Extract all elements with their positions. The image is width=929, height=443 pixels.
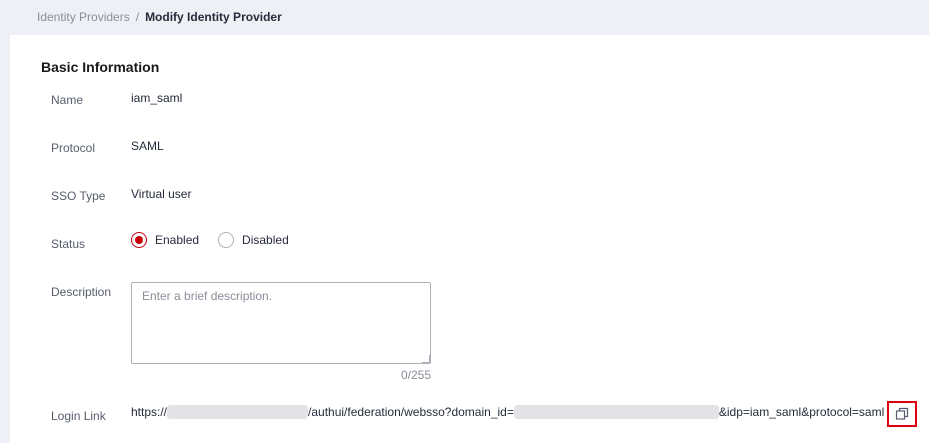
page-left-edge xyxy=(0,35,10,443)
description-label: Description xyxy=(51,285,112,299)
radio-checked-icon xyxy=(131,232,147,248)
status-disabled-label: Disabled xyxy=(242,233,289,247)
name-value: iam_saml xyxy=(131,91,183,105)
login-link-label: Login Link xyxy=(51,409,106,423)
login-link-value: https:// /authui/federation/websso?domai… xyxy=(131,405,884,419)
breadcrumb-separator: / xyxy=(135,9,140,24)
name-label: Name xyxy=(51,93,84,107)
section-title: Basic Information xyxy=(41,59,160,75)
redacted-domain-id xyxy=(513,405,719,419)
protocol-value: SAML xyxy=(131,139,164,153)
description-char-counter: 0/255 xyxy=(401,368,432,382)
resize-handle-icon[interactable] xyxy=(422,355,430,363)
status-disabled-radio[interactable]: Disabled xyxy=(218,232,289,248)
login-link-suffix: &idp=iam_saml&protocol=saml xyxy=(718,405,885,419)
copy-link-button[interactable] xyxy=(887,401,917,427)
radio-unchecked-icon xyxy=(218,232,235,248)
status-label: Status xyxy=(51,237,86,251)
sso-type-label: SSO Type xyxy=(51,189,106,203)
breadcrumb-current: Modify Identity Provider xyxy=(145,9,282,24)
login-link-middle: /authui/federation/websso?domain_id= xyxy=(308,405,514,419)
status-radio-group: Enabled Disabled xyxy=(131,232,308,248)
status-enabled-label: Enabled xyxy=(155,233,200,247)
form-card: Basic Information Name iam_saml Protocol… xyxy=(10,35,929,443)
protocol-label: Protocol xyxy=(51,141,96,155)
sso-type-value: Virtual user xyxy=(131,187,192,201)
breadcrumb-identity-providers[interactable]: Identity Providers xyxy=(37,10,130,24)
description-field[interactable] xyxy=(131,282,431,364)
copy-icon xyxy=(895,407,909,420)
breadcrumb: Identity Providers / Modify Identity Pro… xyxy=(0,0,929,33)
login-link-prefix: https:// xyxy=(131,405,168,419)
status-enabled-radio[interactable]: Enabled xyxy=(131,232,199,248)
redacted-host xyxy=(167,405,309,419)
